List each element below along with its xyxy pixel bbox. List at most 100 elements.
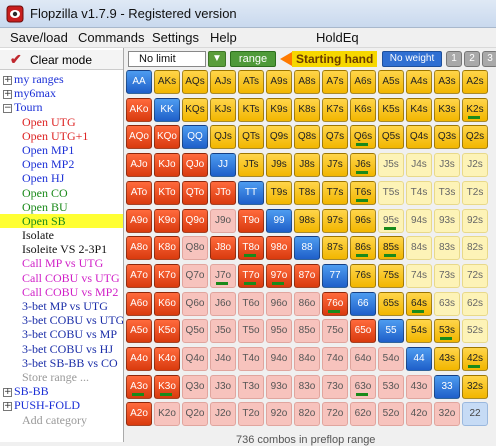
- collapse-icon[interactable]: −: [3, 104, 12, 114]
- hand-cell-K3o[interactable]: K3o: [154, 374, 180, 399]
- hand-cell-Q7s[interactable]: Q7s: [322, 125, 348, 150]
- hand-cell-84o[interactable]: 84o: [294, 347, 320, 371]
- hand-cell-J4o[interactable]: J4o: [210, 347, 236, 371]
- hand-cell-Q8s[interactable]: Q8s: [294, 125, 320, 150]
- hand-cell-32s[interactable]: 32s: [462, 374, 488, 399]
- limit-select[interactable]: No limit: [128, 51, 206, 67]
- hand-cell-76o[interactable]: 76o: [322, 291, 348, 316]
- expand-icon[interactable]: +: [3, 387, 12, 397]
- hand-cell-T5o[interactable]: T5o: [238, 319, 264, 344]
- hand-cell-87o[interactable]: 87o: [294, 263, 320, 288]
- hand-cell-98s[interactable]: 98s: [294, 208, 320, 233]
- hand-cell-AQs[interactable]: AQs: [182, 70, 208, 94]
- hand-cell-T8o[interactable]: T8o: [238, 236, 264, 261]
- hand-cell-T9o[interactable]: T9o: [238, 208, 264, 233]
- hand-cell-85s[interactable]: 85s: [378, 236, 404, 261]
- hand-cell-82s[interactable]: 82s: [462, 236, 488, 261]
- tree-item[interactable]: Call COBU vs MP2: [0, 285, 123, 299]
- hand-cell-43o[interactable]: 43o: [406, 374, 432, 399]
- hand-cell-AJo[interactable]: AJo: [126, 153, 152, 178]
- hand-cell-T4o[interactable]: T4o: [238, 347, 264, 371]
- tree-item[interactable]: Open BU: [0, 200, 123, 214]
- hand-cell-63s[interactable]: 63s: [434, 291, 460, 316]
- hand-cell-63o[interactable]: 63o: [350, 374, 376, 399]
- tree-item[interactable]: Open MP2: [0, 157, 123, 171]
- hand-cell-JTs[interactable]: JTs: [238, 153, 264, 178]
- hand-cell-JTo[interactable]: JTo: [210, 180, 236, 205]
- hand-cell-A7o[interactable]: A7o: [126, 263, 152, 288]
- hand-cell-QTo[interactable]: QTo: [182, 180, 208, 205]
- hand-cell-82o[interactable]: 82o: [294, 402, 320, 427]
- hand-cell-TT[interactable]: TT: [238, 180, 264, 205]
- tree-item[interactable]: 3-bet SB-BB vs CO: [0, 356, 123, 370]
- tree-item[interactable]: 3-bet COBU vs MP: [0, 327, 123, 341]
- tree-item[interactable]: Isoleite VS 2-3P1: [0, 242, 123, 256]
- hand-cell-A9s[interactable]: A9s: [266, 70, 292, 94]
- clear-mode-toggle[interactable]: ✔ Clear mode: [0, 50, 123, 70]
- hand-cell-84s[interactable]: 84s: [406, 236, 432, 261]
- hand-cell-K6o[interactable]: K6o: [154, 291, 180, 316]
- limit-dropdown-button[interactable]: ▼: [208, 51, 226, 67]
- tree-item[interactable]: Store range ...: [0, 370, 123, 384]
- hand-cell-75s[interactable]: 75s: [378, 263, 404, 288]
- hand-cell-A8o[interactable]: A8o: [126, 236, 152, 261]
- hand-cell-93o[interactable]: 93o: [266, 374, 292, 399]
- tree-item[interactable]: Open UTG+1: [0, 129, 123, 143]
- menu-settings[interactable]: Settings: [152, 30, 199, 45]
- menu-commands[interactable]: Commands: [78, 30, 144, 45]
- hand-cell-A8s[interactable]: A8s: [294, 70, 320, 94]
- hand-cell-K8s[interactable]: K8s: [294, 97, 320, 122]
- hand-cell-53o[interactable]: 53o: [378, 374, 404, 399]
- hand-cell-85o[interactable]: 85o: [294, 319, 320, 344]
- hand-cell-94o[interactable]: 94o: [266, 347, 292, 371]
- hand-cell-T2s[interactable]: T2s: [462, 180, 488, 205]
- no-weight-button[interactable]: No weight: [382, 51, 442, 67]
- hand-cell-Q8o[interactable]: Q8o: [182, 236, 208, 261]
- hand-cell-K7s[interactable]: K7s: [322, 97, 348, 122]
- preset-2-button[interactable]: 2: [464, 51, 480, 67]
- hand-cell-73s[interactable]: 73s: [434, 263, 460, 288]
- hand-cell-QJo[interactable]: QJo: [182, 153, 208, 178]
- hand-cell-54o[interactable]: 54o: [378, 347, 404, 371]
- hand-cell-98o[interactable]: 98o: [266, 236, 292, 261]
- hand-cell-QJs[interactable]: QJs: [210, 125, 236, 150]
- hand-cell-33[interactable]: 33: [434, 374, 460, 399]
- hand-cell-97s[interactable]: 97s: [322, 208, 348, 233]
- hand-cell-A2o[interactable]: A2o: [126, 402, 152, 427]
- hand-cell-99[interactable]: 99: [266, 208, 292, 233]
- hand-cell-K9s[interactable]: K9s: [266, 97, 292, 122]
- hand-cell-AQo[interactable]: AQo: [126, 125, 152, 150]
- tree-item[interactable]: Add category: [0, 413, 123, 427]
- tree-item[interactable]: Open HJ: [0, 171, 123, 185]
- hand-cell-83o[interactable]: 83o: [294, 374, 320, 399]
- hand-cell-J3o[interactable]: J3o: [210, 374, 236, 399]
- hand-cell-AA[interactable]: AA: [126, 70, 152, 94]
- tree-folder[interactable]: − Tourn: [0, 100, 123, 114]
- expand-icon[interactable]: +: [3, 75, 12, 85]
- hand-cell-T6s[interactable]: T6s: [350, 180, 376, 205]
- hand-cell-88[interactable]: 88: [294, 236, 320, 261]
- hand-cell-74s[interactable]: 74s: [406, 263, 432, 288]
- hand-cell-86s[interactable]: 86s: [350, 236, 376, 261]
- tree-item[interactable]: Call MP vs UTG: [0, 256, 123, 270]
- hand-cell-Q9o[interactable]: Q9o: [182, 208, 208, 233]
- hand-cell-J2o[interactable]: J2o: [210, 402, 236, 427]
- hand-cell-65s[interactable]: 65s: [378, 291, 404, 316]
- tree-item[interactable]: Isolate: [0, 228, 123, 242]
- tree-item[interactable]: 3-bet COBU vs HJ: [0, 342, 123, 356]
- hand-cell-J8s[interactable]: J8s: [294, 153, 320, 178]
- hand-cell-Q6s[interactable]: Q6s: [350, 125, 376, 150]
- hand-cell-AKs[interactable]: AKs: [154, 70, 180, 94]
- hand-cell-T6o[interactable]: T6o: [238, 291, 264, 316]
- hand-cell-AJs[interactable]: AJs: [210, 70, 236, 94]
- hand-cell-Q7o[interactable]: Q7o: [182, 263, 208, 288]
- hand-cell-62o[interactable]: 62o: [350, 402, 376, 427]
- hand-cell-75o[interactable]: 75o: [322, 319, 348, 344]
- hand-cell-42o[interactable]: 42o: [406, 402, 432, 427]
- hand-cell-Q4s[interactable]: Q4s: [406, 125, 432, 150]
- hand-cell-42s[interactable]: 42s: [462, 347, 488, 371]
- hand-cell-AKo[interactable]: AKo: [126, 97, 152, 122]
- hand-cell-A5s[interactable]: A5s: [378, 70, 404, 94]
- hand-cell-Q3s[interactable]: Q3s: [434, 125, 460, 150]
- hand-cell-T7o[interactable]: T7o: [238, 263, 264, 288]
